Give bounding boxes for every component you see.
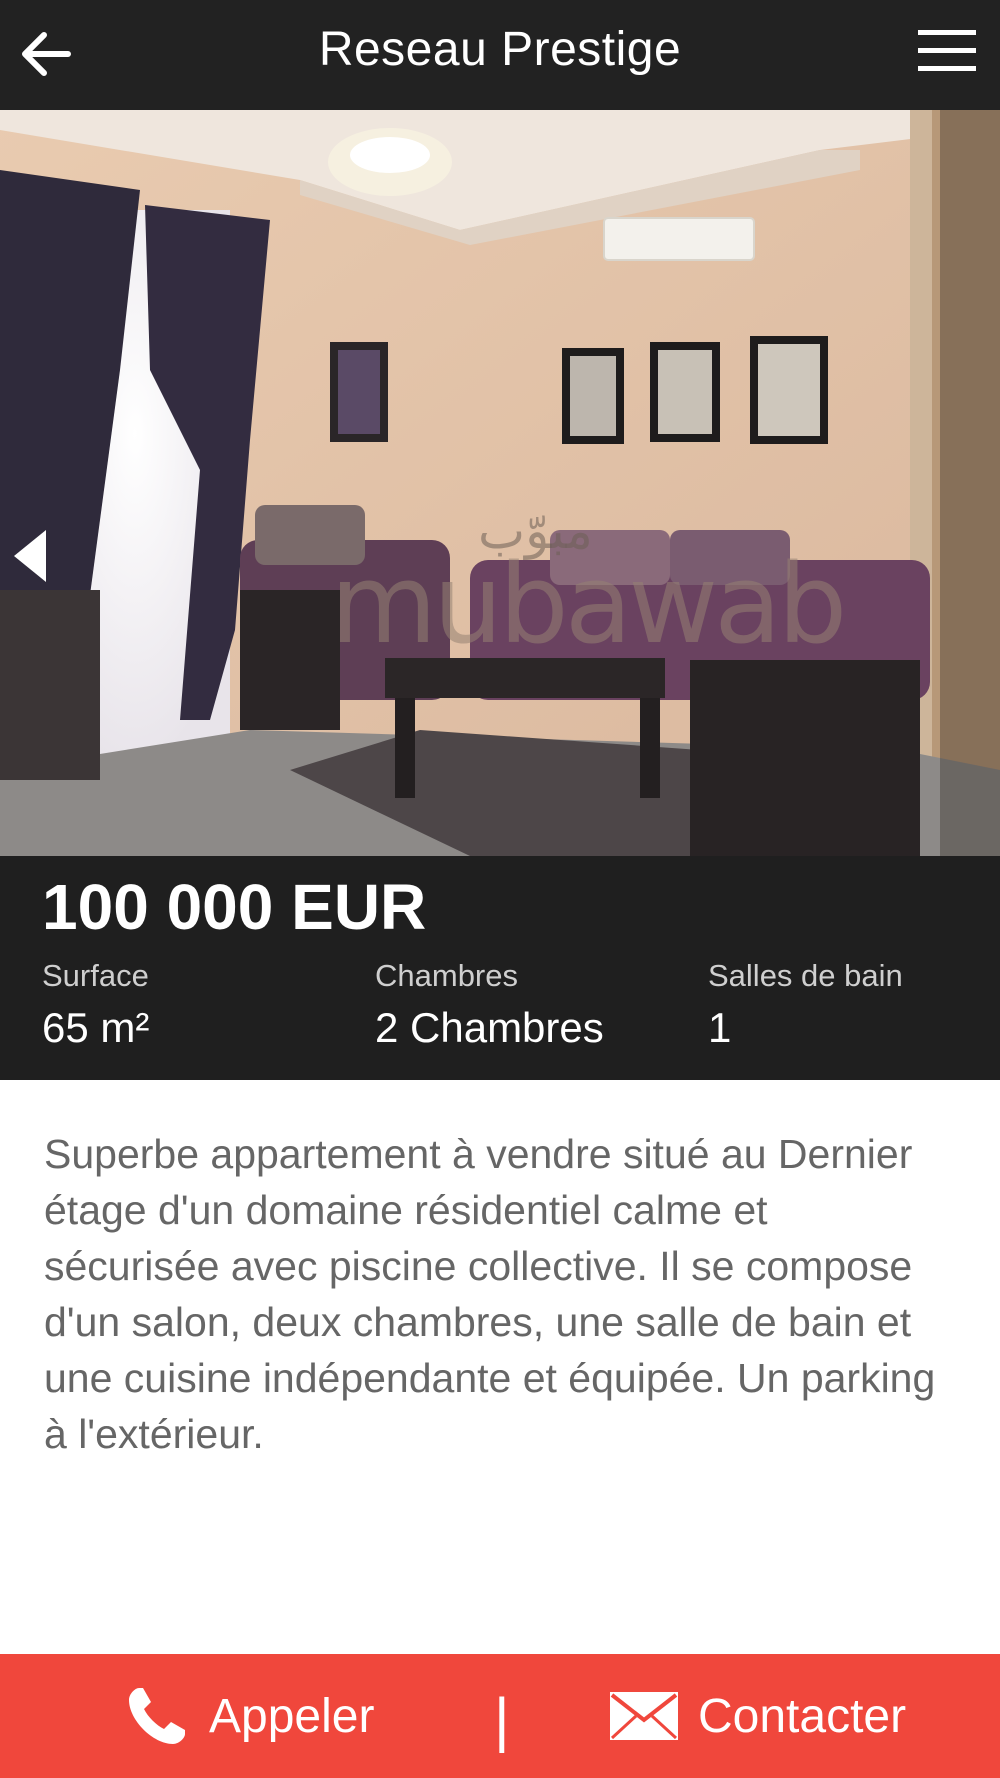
contact-button[interactable]: Contacter: [610, 1654, 906, 1778]
surface-label: Surface: [42, 958, 149, 993]
chevron-left-icon: [14, 530, 46, 582]
bathrooms-label: Salles de bain: [708, 958, 903, 993]
top-app-bar: Reseau Prestige: [0, 0, 1000, 110]
surface-value: 65 m²: [42, 1004, 150, 1051]
property-photo[interactable]: مبوّب mubawab: [0, 110, 1000, 856]
call-label: Appeler: [209, 1689, 375, 1743]
menu-button[interactable]: [918, 28, 976, 74]
page-title: Reseau Prestige: [318, 23, 682, 76]
bedrooms-label: Chambres: [375, 958, 518, 993]
watermark: mubawab: [330, 540, 847, 668]
price: 100 000 EUR: [42, 871, 427, 943]
contact-label: Contacter: [698, 1689, 907, 1743]
action-separator: |: [494, 1686, 510, 1753]
living-room-image: [0, 110, 1000, 856]
hamburger-menu-icon: [918, 30, 976, 71]
envelope-icon: [610, 1692, 678, 1740]
listing-summary: 100 000 EUR Surface 65 m² Chambres 2 Cha…: [0, 856, 1000, 1080]
bathrooms-value: 1: [708, 1004, 732, 1051]
call-button[interactable]: Appeler: [125, 1654, 374, 1778]
phone-icon: [129, 1688, 185, 1744]
previous-photo-button[interactable]: [12, 528, 48, 584]
listing-description: Superbe appartement à vendre situé au De…: [44, 1131, 936, 1457]
bedrooms-value: 2 Chambres: [375, 1004, 604, 1051]
action-bar: Appeler | Contacter: [0, 1654, 1000, 1778]
